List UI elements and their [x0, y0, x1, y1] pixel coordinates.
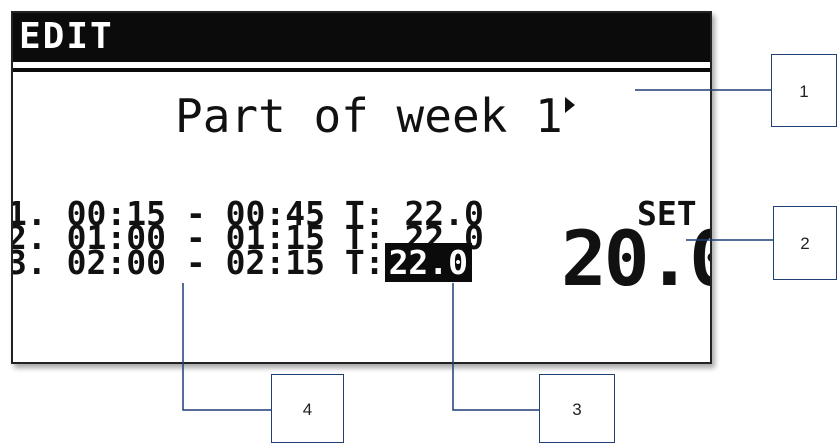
callout-box-1: 1: [771, 54, 837, 127]
title-bar: EDIT: [13, 13, 710, 62]
row-dash: -: [185, 243, 206, 282]
selected-temp-value[interactable]: 22.0: [384, 243, 473, 282]
callout-box-2: 2: [773, 206, 837, 280]
right-triangle-icon[interactable]: [565, 97, 575, 113]
screen-title: EDIT: [19, 16, 114, 57]
callout-box-4: 4: [271, 374, 344, 443]
lcd-display: EDIT Part of week 1 1. 00:15 - 00:45 T: …: [11, 11, 712, 364]
row-end-time: 02:15: [225, 243, 325, 282]
heading-part-of-week: Part of week 1: [175, 89, 563, 143]
title-divider: [13, 68, 710, 72]
schedule-row-3[interactable]: 3. 02:00 - 02:15 T:22.0: [13, 243, 473, 282]
callout-box-3: 3: [539, 374, 615, 443]
row-temp-label: T:: [344, 243, 385, 282]
row-start-time: 02:00: [66, 243, 166, 282]
set-temperature-value: 20.0: [561, 214, 710, 303]
row-index: 3.: [13, 243, 47, 282]
